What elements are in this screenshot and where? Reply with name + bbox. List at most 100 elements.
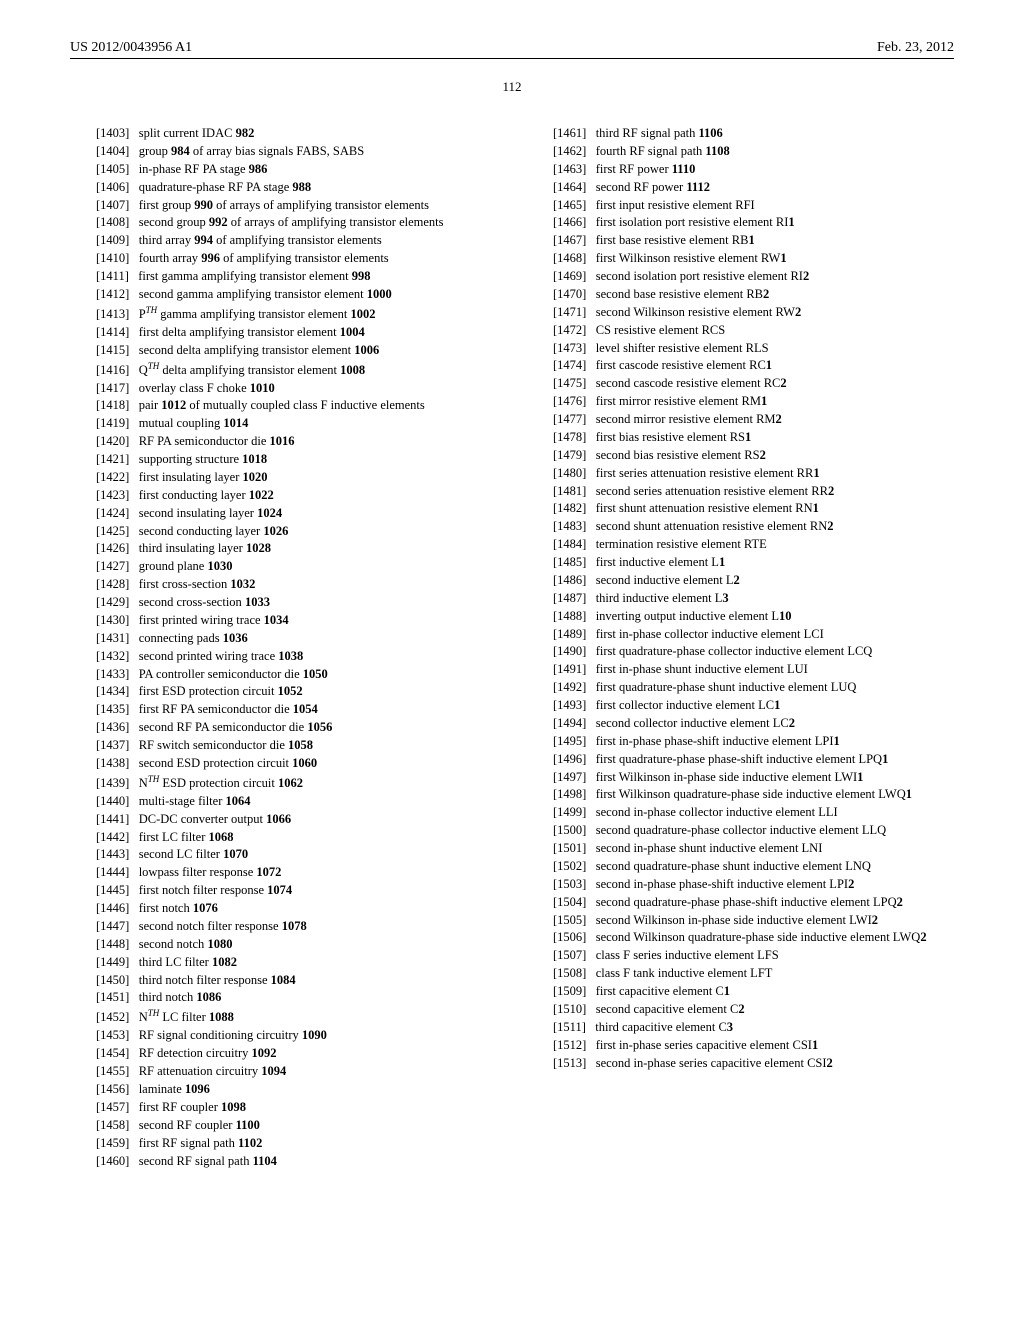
list-item: [1467] first base resistive element RB1 bbox=[537, 232, 954, 249]
list-item: [1422] first insulating layer 1020 bbox=[80, 469, 497, 486]
list-item: [1501] second in-phase shunt inductive e… bbox=[537, 840, 954, 857]
list-item: [1504] second quadrature-phase phase-shi… bbox=[537, 894, 954, 911]
list-item: [1482] first shunt attenuation resistive… bbox=[537, 500, 954, 517]
list-item: [1409] third array 994 of amplifying tra… bbox=[80, 232, 497, 249]
list-item: [1449] third LC filter 1082 bbox=[80, 954, 497, 971]
list-item: [1494] second collector inductive elemen… bbox=[537, 715, 954, 732]
list-item: [1464] second RF power 1112 bbox=[537, 179, 954, 196]
list-item: [1496] first quadrature-phase phase-shif… bbox=[537, 751, 954, 768]
list-item: [1436] second RF PA semiconductor die 10… bbox=[80, 719, 497, 736]
list-item: [1428] first cross-section 1032 bbox=[80, 576, 497, 593]
list-item: [1458] second RF coupler 1100 bbox=[80, 1117, 497, 1134]
list-item: [1417] overlay class F choke 1010 bbox=[80, 380, 497, 397]
list-item: [1421] supporting structure 1018 bbox=[80, 451, 497, 468]
list-item: [1513] second in-phase series capacitive… bbox=[537, 1055, 954, 1072]
list-item: [1430] first printed wiring trace 1034 bbox=[80, 612, 497, 629]
list-item: [1405] in-phase RF PA stage 986 bbox=[80, 161, 497, 178]
list-item: [1419] mutual coupling 1014 bbox=[80, 415, 497, 432]
list-item: [1468] first Wilkinson resistive element… bbox=[537, 250, 954, 267]
list-item: [1460] second RF signal path 1104 bbox=[80, 1153, 497, 1170]
list-item: [1478] first bias resistive element RS1 bbox=[537, 429, 954, 446]
list-item: [1480] first series attenuation resistiv… bbox=[537, 465, 954, 482]
list-item: [1510] second capacitive element C2 bbox=[537, 1001, 954, 1018]
list-item: [1500] second quadrature-phase collector… bbox=[537, 822, 954, 839]
list-item: [1450] third notch filter response 1084 bbox=[80, 972, 497, 989]
list-item: [1497] first Wilkinson in-phase side ind… bbox=[537, 769, 954, 786]
list-item: [1503] second in-phase phase-shift induc… bbox=[537, 876, 954, 893]
list-item: [1411] first gamma amplifying transistor… bbox=[80, 268, 497, 285]
content-columns: [1403] split current IDAC 982[1404] grou… bbox=[70, 125, 954, 1170]
list-item: [1492] first quadrature-phase shunt indu… bbox=[537, 679, 954, 696]
list-item: [1459] first RF signal path 1102 bbox=[80, 1135, 497, 1152]
list-item: [1427] ground plane 1030 bbox=[80, 558, 497, 575]
list-item: [1479] second bias resistive element RS2 bbox=[537, 447, 954, 464]
list-item: [1424] second insulating layer 1024 bbox=[80, 505, 497, 522]
publication-number: US 2012/0043956 A1 bbox=[70, 40, 192, 56]
list-item: [1473] level shifter resistive element R… bbox=[537, 340, 954, 357]
list-item: [1439] NTH ESD protection circuit 1062 bbox=[80, 773, 497, 792]
list-item: [1470] second base resistive element RB2 bbox=[537, 286, 954, 303]
list-item: [1485] first inductive element L1 bbox=[537, 554, 954, 571]
list-item: [1438] second ESD protection circuit 106… bbox=[80, 755, 497, 772]
list-item: [1413] PTH gamma amplifying transistor e… bbox=[80, 304, 497, 323]
list-item: [1440] multi-stage filter 1064 bbox=[80, 793, 497, 810]
list-item: [1488] inverting output inductive elemen… bbox=[537, 608, 954, 625]
list-item: [1451] third notch 1086 bbox=[80, 989, 497, 1006]
list-item: [1512] first in-phase series capacitive … bbox=[537, 1037, 954, 1054]
list-item: [1476] first mirror resistive element RM… bbox=[537, 393, 954, 410]
page-header: US 2012/0043956 A1 Feb. 23, 2012 bbox=[70, 40, 954, 59]
list-item: [1423] first conducting layer 1022 bbox=[80, 487, 497, 504]
list-item: [1506] second Wilkinson quadrature-phase… bbox=[537, 929, 954, 946]
list-item: [1437] RF switch semiconductor die 1058 bbox=[80, 737, 497, 754]
list-item: [1408] second group 992 of arrays of amp… bbox=[80, 214, 497, 231]
list-item: [1509] first capacitive element C1 bbox=[537, 983, 954, 1000]
list-item: [1433] PA controller semiconductor die 1… bbox=[80, 666, 497, 683]
list-item: [1463] first RF power 1110 bbox=[537, 161, 954, 178]
page-number: 112 bbox=[70, 79, 954, 95]
list-item: [1490] first quadrature-phase collector … bbox=[537, 643, 954, 660]
list-item: [1465] first input resistive element RFI bbox=[537, 197, 954, 214]
list-item: [1412] second gamma amplifying transisto… bbox=[80, 286, 497, 303]
publication-date: Feb. 23, 2012 bbox=[877, 40, 954, 56]
list-item: [1447] second notch filter response 1078 bbox=[80, 918, 497, 935]
list-item: [1431] connecting pads 1036 bbox=[80, 630, 497, 647]
list-item: [1416] QTH delta amplifying transistor e… bbox=[80, 360, 497, 379]
list-item: [1477] second mirror resistive element R… bbox=[537, 411, 954, 428]
list-item: [1475] second cascode resistive element … bbox=[537, 375, 954, 392]
list-item: [1481] second series attenuation resisti… bbox=[537, 483, 954, 500]
list-item: [1441] DC-DC converter output 1066 bbox=[80, 811, 497, 828]
list-item: [1471] second Wilkinson resistive elemen… bbox=[537, 304, 954, 321]
right-column: [1461] third RF signal path 1106[1462] f… bbox=[527, 125, 954, 1170]
list-item: [1425] second conducting layer 1026 bbox=[80, 523, 497, 540]
list-item: [1487] third inductive element L3 bbox=[537, 590, 954, 607]
list-item: [1406] quadrature-phase RF PA stage 988 bbox=[80, 179, 497, 196]
left-column: [1403] split current IDAC 982[1404] grou… bbox=[70, 125, 497, 1170]
list-item: [1403] split current IDAC 982 bbox=[80, 125, 497, 142]
list-item: [1446] first notch 1076 bbox=[80, 900, 497, 917]
list-item: [1469] second isolation port resistive e… bbox=[537, 268, 954, 285]
list-item: [1418] pair 1012 of mutually coupled cla… bbox=[80, 397, 497, 414]
list-item: [1435] first RF PA semiconductor die 105… bbox=[80, 701, 497, 718]
list-item: [1499] second in-phase collector inducti… bbox=[537, 804, 954, 821]
list-item: [1483] second shunt attenuation resistiv… bbox=[537, 518, 954, 535]
list-item: [1434] first ESD protection circuit 1052 bbox=[80, 683, 497, 700]
list-item: [1426] third insulating layer 1028 bbox=[80, 540, 497, 557]
list-item: [1407] first group 990 of arrays of ampl… bbox=[80, 197, 497, 214]
list-item: [1429] second cross-section 1033 bbox=[80, 594, 497, 611]
list-item: [1505] second Wilkinson in-phase side in… bbox=[537, 912, 954, 929]
list-item: [1486] second inductive element L2 bbox=[537, 572, 954, 589]
list-item: [1448] second notch 1080 bbox=[80, 936, 497, 953]
list-item: [1444] lowpass filter response 1072 bbox=[80, 864, 497, 881]
list-item: [1493] first collector inductive element… bbox=[537, 697, 954, 714]
list-item: [1404] group 984 of array bias signals F… bbox=[80, 143, 497, 160]
list-item: [1454] RF detection circuitry 1092 bbox=[80, 1045, 497, 1062]
list-item: [1462] fourth RF signal path 1108 bbox=[537, 143, 954, 160]
list-item: [1491] first in-phase shunt inductive el… bbox=[537, 661, 954, 678]
list-item: [1461] third RF signal path 1106 bbox=[537, 125, 954, 142]
list-item: [1502] second quadrature-phase shunt ind… bbox=[537, 858, 954, 875]
list-item: [1489] first in-phase collector inductiv… bbox=[537, 626, 954, 643]
list-item: [1445] first notch filter response 1074 bbox=[80, 882, 497, 899]
list-item: [1432] second printed wiring trace 1038 bbox=[80, 648, 497, 665]
list-item: [1498] first Wilkinson quadrature-phase … bbox=[537, 786, 954, 803]
list-item: [1414] first delta amplifying transistor… bbox=[80, 324, 497, 341]
